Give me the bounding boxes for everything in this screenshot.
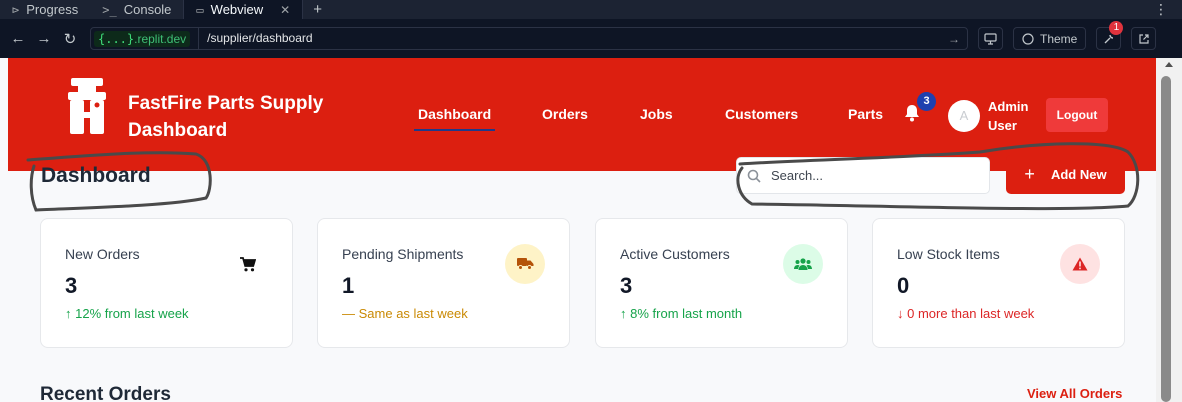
stat-icon-badge	[1060, 244, 1100, 284]
stat-value: 0	[897, 273, 910, 298]
arrow-down-icon: ↓	[897, 306, 904, 321]
url-field[interactable]: {...}.replit.dev /supplier/dashboard →	[90, 27, 968, 50]
logout-button[interactable]: Logout	[1046, 98, 1108, 132]
open-new-window-button[interactable]	[1131, 27, 1157, 50]
more-options-icon[interactable]: ⋮	[1154, 0, 1168, 19]
forward-icon[interactable]: →	[36, 30, 52, 47]
stat-trend: ↑ 12% from last week	[65, 306, 189, 321]
close-icon[interactable]: ✕	[280, 3, 290, 17]
host-tag: {...}	[98, 31, 135, 46]
nav-jobs[interactable]: Jobs	[640, 106, 673, 122]
add-new-label: Add New	[1050, 167, 1107, 182]
external-link-icon	[1139, 33, 1149, 44]
warning-icon	[1072, 257, 1088, 271]
nav-orders[interactable]: Orders	[542, 106, 588, 122]
scrollbar-thumb[interactable]	[1161, 76, 1171, 402]
view-all-orders-link[interactable]: View All Orders	[1027, 386, 1122, 401]
stat-label: Low Stock Items	[897, 246, 1000, 262]
stat-label: Pending Shipments	[342, 246, 464, 262]
app-header: FastFire Parts Supply Dashboard Dashboar…	[8, 58, 1156, 171]
go-arrow-icon[interactable]: →	[948, 32, 960, 46]
stat-icon-badge	[505, 244, 545, 284]
palette-icon	[1022, 32, 1034, 45]
truck-icon	[516, 258, 533, 270]
stat-card-low-stock: Low Stock Items 0 ↓ 0 more than last wee…	[872, 218, 1125, 348]
user-name[interactable]: Admin User	[988, 97, 1038, 135]
users-icon	[794, 258, 812, 270]
webview-url-bar: ← → ↻ {...}.replit.dev /supplier/dashboa…	[0, 19, 1182, 58]
stat-card-active-customers: Active Customers 3 ↑ 8% from last month	[595, 218, 848, 348]
scroll-up-arrow-icon[interactable]	[1165, 62, 1173, 67]
nav-parts[interactable]: Parts	[848, 106, 883, 122]
main-nav: Dashboard Orders Jobs Customers Parts	[8, 58, 1156, 171]
tab-console[interactable]: >_ Console	[90, 0, 183, 19]
stat-card-pending-shipments: Pending Shipments 1 — Same as last week	[317, 218, 570, 348]
stat-label: Active Customers	[620, 246, 730, 262]
search-icon	[747, 169, 761, 183]
stat-trend-text: 0 more than last week	[907, 306, 1035, 321]
devtools-button[interactable]: 1	[1096, 21, 1124, 50]
tab-progress[interactable]: ⊳ Progress	[0, 0, 90, 19]
notification-count-badge: 3	[917, 92, 936, 111]
add-new-button[interactable]: + Add New	[1006, 155, 1125, 194]
monitor-icon: ▭	[196, 2, 204, 17]
recent-orders-title: Recent Orders	[40, 384, 171, 402]
avatar[interactable]: A	[948, 100, 980, 132]
stat-value: 3	[620, 273, 633, 298]
theme-label: Theme	[1040, 31, 1078, 46]
stat-icon-badge	[783, 244, 823, 284]
page-scrollbar[interactable]	[1156, 58, 1182, 402]
stat-trend-text: Same as last week	[358, 306, 468, 321]
search-box[interactable]	[736, 157, 990, 194]
progress-icon: ⊳	[12, 2, 20, 17]
stat-icon-badge	[228, 244, 268, 284]
stat-trend-text: 8% from last month	[630, 306, 743, 321]
tab-label: Webview	[210, 2, 264, 17]
nav-dashboard[interactable]: Dashboard	[413, 106, 496, 131]
url-path[interactable]: /supplier/dashboard	[198, 28, 940, 49]
dash-icon: —	[342, 306, 355, 321]
back-icon[interactable]: ←	[10, 30, 26, 47]
stat-value: 1	[342, 273, 355, 298]
search-input[interactable]	[771, 168, 971, 183]
stat-trend-text: 12% from last week	[75, 306, 189, 321]
devtools-badge: 1	[1109, 21, 1124, 35]
stat-value: 3	[65, 273, 78, 298]
plus-icon: +	[1024, 164, 1035, 184]
stat-trend: ↓ 0 more than last week	[897, 306, 1034, 321]
theme-button[interactable]: Theme	[1013, 27, 1087, 50]
reload-icon[interactable]: ↻	[62, 30, 78, 48]
new-tab-button[interactable]: +	[303, 1, 332, 18]
terminal-icon: >_	[102, 2, 117, 17]
ide-tab-bar: ⊳ Progress >_ Console ▭ Webview ✕ + ⋮	[0, 0, 1182, 19]
arrow-up-icon: ↑	[65, 306, 72, 321]
host-domain: .replit.dev	[134, 31, 187, 46]
user-first-name: Admin	[988, 99, 1029, 114]
tab-webview[interactable]: ▭ Webview ✕	[183, 0, 304, 19]
url-host: {...}.replit.dev	[94, 30, 191, 47]
device-preview-button[interactable]	[978, 27, 1003, 50]
monitor-icon	[984, 32, 997, 45]
arrow-up-icon: ↑	[620, 306, 627, 321]
stat-trend: — Same as last week	[342, 306, 468, 321]
stat-label: New Orders	[65, 246, 140, 262]
tab-label: Console	[123, 2, 172, 17]
stat-trend: ↑ 8% from last month	[620, 306, 742, 321]
nav-customers[interactable]: Customers	[725, 106, 798, 122]
tab-label: Progress	[26, 2, 79, 17]
page-title: Dashboard	[41, 164, 151, 187]
user-last-name: User	[988, 118, 1017, 133]
cart-icon	[240, 256, 256, 271]
stat-card-new-orders: New Orders 3 ↑ 12% from last week	[40, 218, 293, 348]
